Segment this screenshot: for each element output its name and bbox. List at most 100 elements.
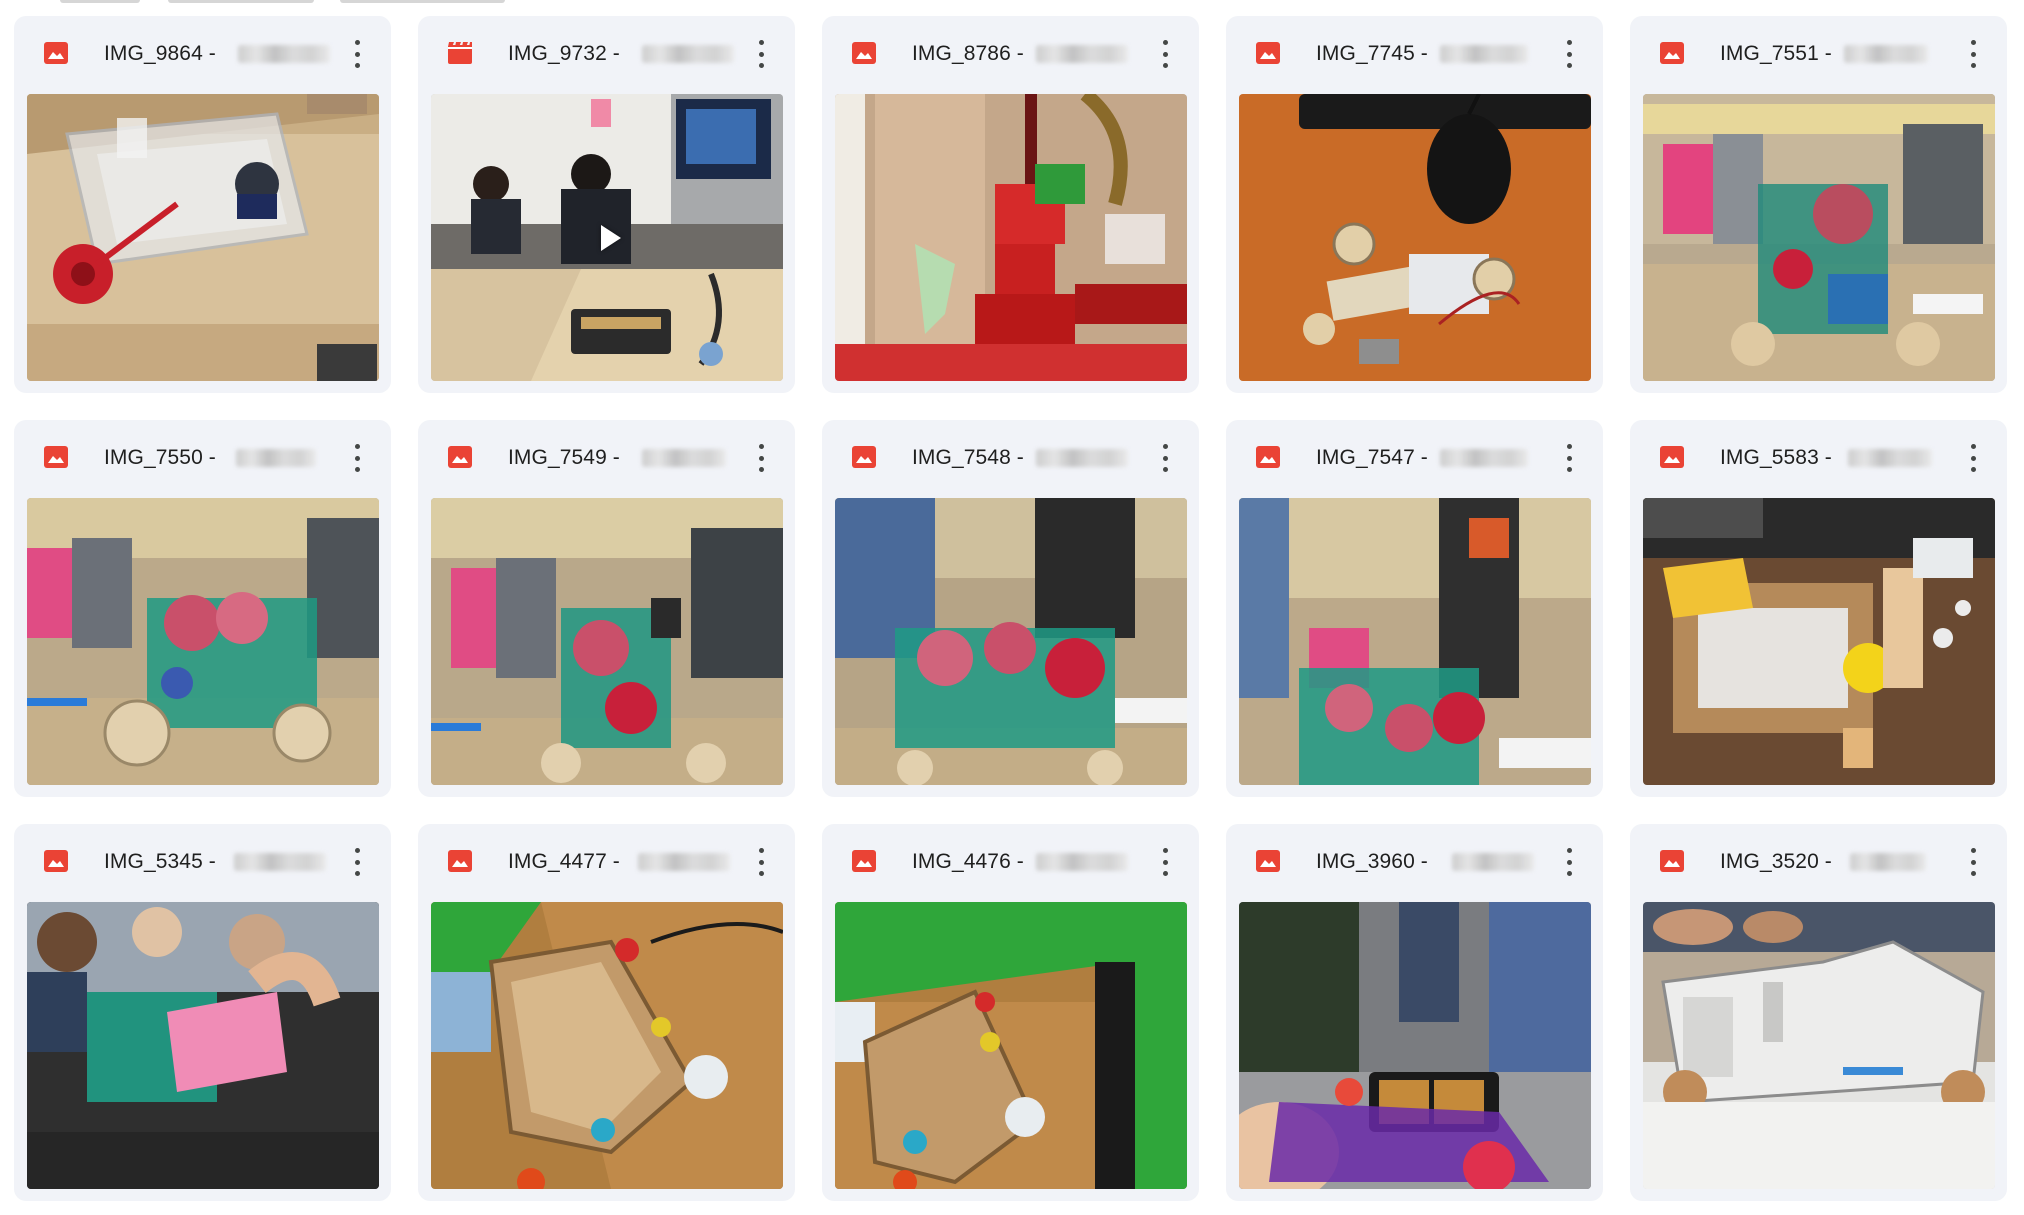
file-tile-header: IMG_9864 -	[14, 16, 391, 90]
redacted-name	[1848, 449, 1932, 467]
file-thumbnail[interactable]	[27, 498, 379, 785]
file-name: IMG_5345 -	[104, 850, 216, 873]
more-vert-icon[interactable]	[1157, 848, 1173, 876]
file-name: IMG_9864 -	[104, 42, 216, 65]
more-vert-icon[interactable]	[1561, 848, 1577, 876]
more-vert-icon[interactable]	[349, 444, 365, 472]
file-name: IMG_8786 -	[912, 42, 1024, 65]
more-vert-icon[interactable]	[1561, 444, 1577, 472]
file-tile[interactable]: IMG_3960 -	[1226, 824, 1603, 1201]
redacted-name	[1850, 853, 1926, 871]
file-tile[interactable]: IMG_7547 -	[1226, 420, 1603, 797]
file-tile-header: IMG_9732 -	[418, 16, 795, 90]
redacted-name	[1036, 45, 1128, 63]
file-tile[interactable]: IMG_5583 -	[1630, 420, 2007, 797]
image-file-icon	[448, 446, 472, 468]
file-thumbnail[interactable]	[1643, 498, 1995, 785]
file-tile[interactable]: IMG_7745 -	[1226, 16, 1603, 393]
more-vert-icon[interactable]	[349, 40, 365, 68]
file-name: IMG_4476 -	[912, 850, 1024, 873]
file-thumbnail[interactable]	[431, 902, 783, 1189]
redacted-name	[1440, 45, 1528, 63]
image-file-icon	[1660, 446, 1684, 468]
file-grid: IMG_9864 - IMG_9732 - IMG_8786 - IMG_774…	[14, 16, 2007, 1201]
file-name: IMG_3960 -	[1316, 850, 1428, 873]
file-tile[interactable]: IMG_4476 -	[822, 824, 1199, 1201]
file-name: IMG_4477 -	[508, 850, 620, 873]
more-vert-icon[interactable]	[753, 40, 769, 68]
file-tile-header: IMG_8786 -	[822, 16, 1199, 90]
file-thumbnail[interactable]	[27, 902, 379, 1189]
file-thumbnail[interactable]	[431, 94, 783, 381]
file-thumbnail[interactable]	[1239, 94, 1591, 381]
file-thumbnail[interactable]	[1643, 94, 1995, 381]
file-tile[interactable]: IMG_5345 -	[14, 824, 391, 1201]
file-thumbnail[interactable]	[1239, 498, 1591, 785]
file-tile-header: IMG_3960 -	[1226, 824, 1603, 898]
file-name: IMG_7551 -	[1720, 42, 1832, 65]
file-tile-header: IMG_7550 -	[14, 420, 391, 494]
redacted-name	[236, 449, 316, 467]
file-thumbnail[interactable]	[27, 94, 379, 381]
redacted-name	[1844, 45, 1928, 63]
file-tile[interactable]: IMG_7549 -	[418, 420, 795, 797]
file-name: IMG_7548 -	[912, 446, 1024, 469]
file-tile[interactable]: IMG_4477 -	[418, 824, 795, 1201]
file-thumbnail[interactable]	[835, 498, 1187, 785]
file-thumbnail[interactable]	[835, 902, 1187, 1189]
file-name: IMG_7745 -	[1316, 42, 1428, 65]
image-file-icon	[44, 850, 68, 872]
image-file-icon	[1660, 850, 1684, 872]
file-tile-header: IMG_7551 -	[1630, 16, 2007, 90]
file-name: IMG_7550 -	[104, 446, 216, 469]
file-tile-header: IMG_7549 -	[418, 420, 795, 494]
file-thumbnail[interactable]	[431, 498, 783, 785]
file-tile-header: IMG_7745 -	[1226, 16, 1603, 90]
redacted-name	[1036, 449, 1128, 467]
file-thumbnail[interactable]	[835, 94, 1187, 381]
file-tile[interactable]: IMG_8786 -	[822, 16, 1199, 393]
top-toolbar-remnant	[0, 0, 2024, 6]
file-name: IMG_5583 -	[1720, 446, 1832, 469]
file-tile-header: IMG_4476 -	[822, 824, 1199, 898]
file-tile-header: IMG_4477 -	[418, 824, 795, 898]
image-file-icon	[44, 446, 68, 468]
more-vert-icon[interactable]	[1157, 444, 1173, 472]
file-tile[interactable]: IMG_9732 -	[418, 16, 795, 393]
redacted-name	[1452, 853, 1534, 871]
file-tile[interactable]: IMG_3520 -	[1630, 824, 2007, 1201]
more-vert-icon[interactable]	[349, 848, 365, 876]
image-file-icon	[1256, 850, 1280, 872]
redacted-name	[238, 45, 330, 63]
file-tile-header: IMG_3520 -	[1630, 824, 2007, 898]
more-vert-icon[interactable]	[1965, 40, 1981, 68]
more-vert-icon[interactable]	[1965, 848, 1981, 876]
image-file-icon	[852, 446, 876, 468]
redacted-name	[1440, 449, 1528, 467]
video-file-icon	[448, 42, 472, 64]
redacted-name	[642, 449, 726, 467]
redacted-name	[234, 853, 326, 871]
image-file-icon	[1256, 446, 1280, 468]
file-tile-header: IMG_5345 -	[14, 824, 391, 898]
more-vert-icon[interactable]	[1561, 40, 1577, 68]
file-tile[interactable]: IMG_9864 -	[14, 16, 391, 393]
file-thumbnail[interactable]	[1643, 902, 1995, 1189]
file-name: IMG_9732 -	[508, 42, 620, 65]
file-name: IMG_3520 -	[1720, 850, 1832, 873]
more-vert-icon[interactable]	[1965, 444, 1981, 472]
more-vert-icon[interactable]	[1157, 40, 1173, 68]
file-tile[interactable]: IMG_7550 -	[14, 420, 391, 797]
redacted-name	[638, 853, 730, 871]
more-vert-icon[interactable]	[753, 848, 769, 876]
image-file-icon	[44, 42, 68, 64]
image-file-icon	[852, 42, 876, 64]
more-vert-icon[interactable]	[753, 444, 769, 472]
file-tile[interactable]: IMG_7551 -	[1630, 16, 2007, 393]
file-tile-header: IMG_5583 -	[1630, 420, 2007, 494]
file-tile-header: IMG_7547 -	[1226, 420, 1603, 494]
file-tile[interactable]: IMG_7548 -	[822, 420, 1199, 797]
file-name: IMG_7547 -	[1316, 446, 1428, 469]
file-name: IMG_7549 -	[508, 446, 620, 469]
file-thumbnail[interactable]	[1239, 902, 1591, 1189]
